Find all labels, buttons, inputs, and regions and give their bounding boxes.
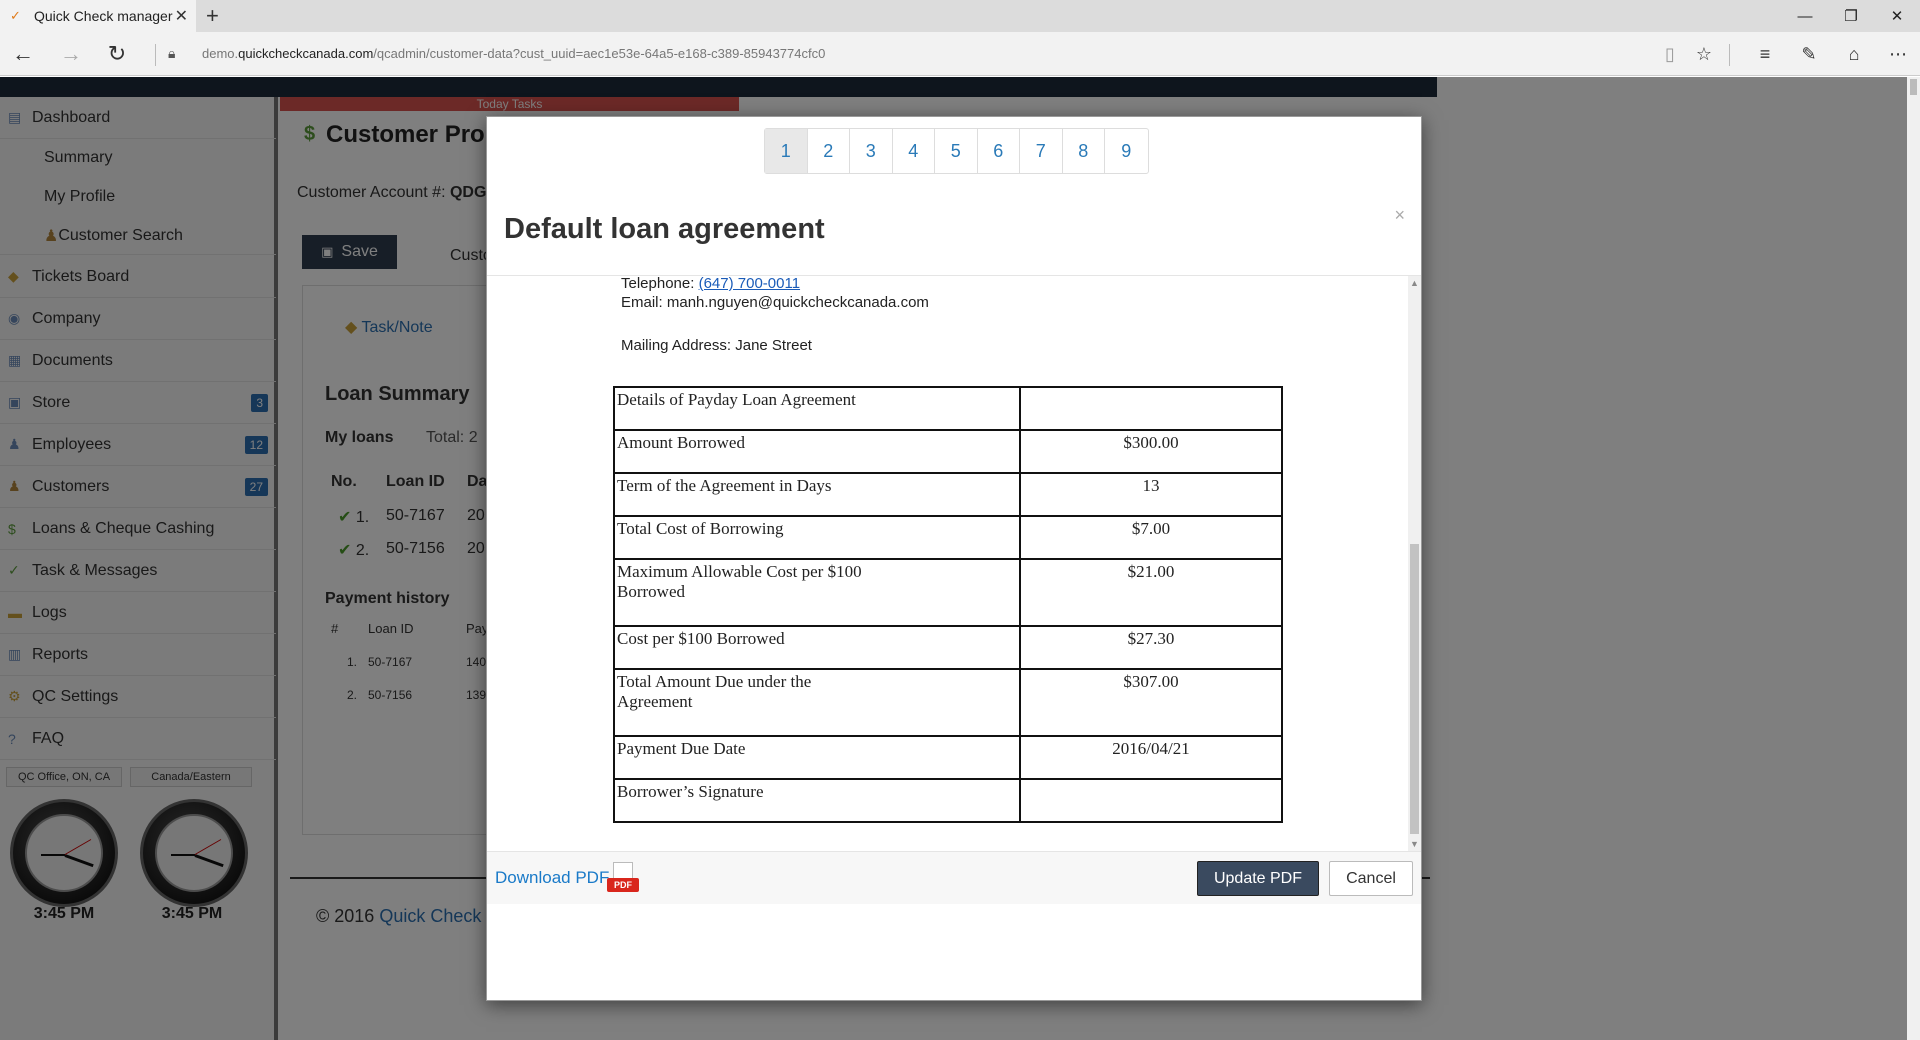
table-cell-label: Total Amount Due under the Agreement (613, 668, 1021, 737)
table-cell-label: Total Cost of Borrowing (613, 515, 1021, 560)
modal-body: Telephone: (647) 700-0011 Email: manh.ng… (487, 276, 1421, 851)
table-row: Payment Due Date 2016/04/21 (613, 735, 1283, 780)
scroll-down-icon[interactable]: ▼ (1410, 839, 1419, 849)
forward-icon[interactable]: → (56, 40, 86, 68)
url-path: /qcadmin/customer-data?cust_uuid=aec1e53… (373, 46, 826, 61)
share-icon[interactable]: ⌂ (1840, 42, 1868, 66)
table-cell-label: Cost per $100 Borrowed (613, 625, 1021, 670)
modal-footer: Download PDF PDF Update PDF Cancel (487, 852, 1421, 904)
table-row: Borrower’s Signature (613, 778, 1283, 823)
table-row: Total Cost of Borrowing $7.00 (613, 515, 1283, 560)
divider (155, 44, 156, 66)
page-6-button[interactable]: 6 (978, 129, 1020, 173)
table-row: Details of Payday Loan Agreement (613, 386, 1283, 431)
mailing-label: Mailing Address: (621, 337, 732, 354)
divider (1729, 44, 1730, 66)
page-7-button[interactable]: 7 (1020, 129, 1063, 173)
pdf-label: PDF (607, 878, 639, 892)
email-label: Email: (621, 294, 663, 311)
url-field[interactable]: demo.quickcheckcanada.com/qcadmin/custom… (202, 46, 825, 61)
table-cell-value: 2016/04/21 (1019, 735, 1283, 780)
site-favicon-icon: ✓ (10, 8, 21, 23)
more-icon[interactable]: ⋯ (1884, 42, 1912, 66)
table-row: Term of the Agreement in Days 13 (613, 472, 1283, 517)
url-domain: quickcheckcanada.com (238, 46, 374, 61)
pagination: 1 2 3 4 5 6 7 8 9 (764, 128, 1149, 174)
table-row: Amount Borrowed $300.00 (613, 429, 1283, 474)
table-cell-value: $27.30 (1019, 625, 1283, 670)
table-cell-value: 13 (1019, 472, 1283, 517)
page-viewport: ▤Dashboard Summary My Profile ♟Customer … (0, 77, 1920, 1040)
window-close-icon[interactable]: ✕ (1874, 0, 1920, 32)
cancel-button[interactable]: Cancel (1329, 861, 1413, 896)
hub-icon[interactable]: ≡ (1751, 42, 1779, 66)
favorite-star-icon[interactable]: ☆ (1690, 42, 1718, 66)
browser-tab-bar: ✓ Quick Check manager ✕ + — ❐ ✕ (0, 0, 1920, 32)
telephone-line: Telephone: (647) 700-0011 (621, 276, 800, 292)
table-cell-label: Amount Borrowed (613, 429, 1021, 474)
page-4-button[interactable]: 4 (893, 129, 935, 173)
mailing-value: Jane Street (735, 337, 812, 354)
table-cell-label: Payment Due Date (613, 735, 1021, 780)
browser-tab[interactable]: ✓ Quick Check manager ✕ (0, 0, 196, 32)
modal-close-icon[interactable]: × (1394, 205, 1405, 226)
page-9-button[interactable]: 9 (1105, 129, 1148, 173)
table-cell-label: Borrower’s Signature (613, 778, 1021, 823)
minimize-icon[interactable]: — (1782, 0, 1828, 32)
close-tab-icon[interactable]: ✕ (175, 6, 188, 26)
table-cell-value: $307.00 (1019, 668, 1283, 737)
scrollbar-thumb[interactable] (1410, 544, 1419, 834)
scroll-up-icon[interactable]: ▲ (1410, 278, 1419, 288)
table-cell-value: $7.00 (1019, 515, 1283, 560)
table-cell-value (1019, 778, 1283, 823)
download-pdf-link[interactable]: Download PDF (495, 868, 609, 888)
page-1-button[interactable]: 1 (765, 129, 808, 173)
table-row: Maximum Allowable Cost per $100 Borrowed… (613, 558, 1283, 627)
email-value: manh.nguyen@quickcheckcanada.com (666, 294, 929, 311)
telephone-link[interactable]: (647) 700-0011 (699, 276, 800, 292)
page-5-button[interactable]: 5 (935, 129, 978, 173)
telephone-label: Telephone: (621, 276, 695, 292)
restore-icon[interactable]: ❐ (1828, 0, 1874, 32)
mailing-address-line: Mailing Address: Jane Street (621, 337, 812, 354)
address-bar: ← → ↻ 🔒︎ demo.quickcheckcanada.com/qcadm… (0, 32, 1920, 76)
page-2-button[interactable]: 2 (808, 129, 850, 173)
reading-view-icon[interactable]: ▯ (1656, 42, 1684, 66)
refresh-icon[interactable]: ↻ (102, 40, 132, 68)
page-scrollbar[interactable] (1907, 77, 1920, 1040)
table-row: Cost per $100 Borrowed $27.30 (613, 625, 1283, 670)
table-row: Total Amount Due under the Agreement $307… (613, 668, 1283, 737)
web-note-icon[interactable]: ✎ (1795, 42, 1823, 66)
new-tab-icon[interactable]: + (206, 4, 219, 28)
pdf-file-icon[interactable]: PDF (607, 862, 639, 896)
lock-icon: 🔒︎ (168, 45, 176, 61)
page-3-button[interactable]: 3 (850, 129, 893, 173)
loan-details-table: Details of Payday Loan Agreement Amount … (613, 386, 1283, 823)
modal-scrollbar[interactable]: ▲ ▼ (1408, 276, 1421, 851)
tab-title: Quick Check manager (34, 8, 173, 24)
loan-agreement-modal: 1 2 3 4 5 6 7 8 9 × Default loan agreeme… (486, 116, 1422, 1001)
table-cell-label: Term of the Agreement in Days (613, 472, 1021, 517)
back-icon[interactable]: ← (8, 40, 38, 68)
table-cell-label: Maximum Allowable Cost per $100 Borrowed (613, 558, 1021, 627)
email-line: Email: manh.nguyen@quickcheckcanada.com (621, 294, 929, 311)
url-prefix: demo. (202, 46, 239, 61)
table-cell-value (1019, 386, 1283, 431)
table-cell-label: Details of Payday Loan Agreement (613, 386, 1021, 431)
scrollbar-thumb[interactable] (1910, 79, 1917, 95)
update-pdf-button[interactable]: Update PDF (1197, 861, 1319, 896)
modal-title: Default loan agreement (504, 213, 825, 245)
table-cell-value: $300.00 (1019, 429, 1283, 474)
table-cell-value: $21.00 (1019, 558, 1283, 627)
page-8-button[interactable]: 8 (1063, 129, 1105, 173)
